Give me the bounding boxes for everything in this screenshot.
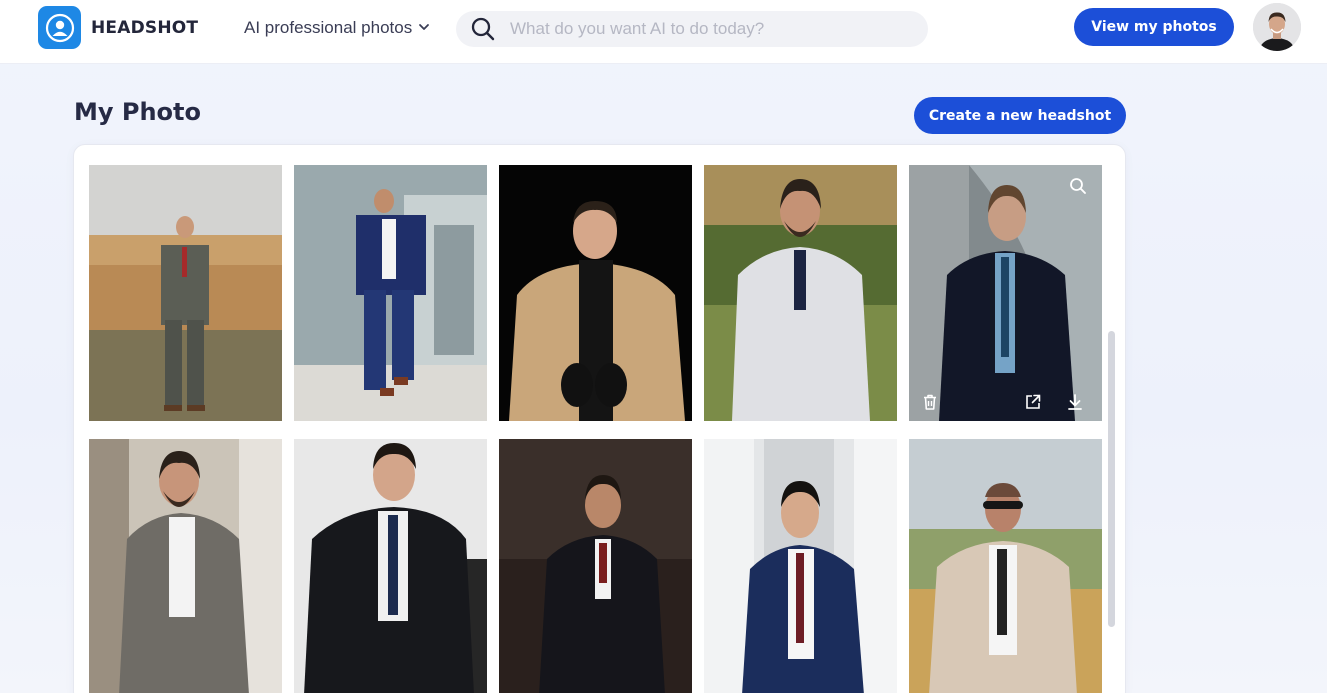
- create-new-headshot-button[interactable]: Create a new headshot: [914, 97, 1126, 134]
- photo-thumbnail[interactable]: [89, 165, 282, 421]
- headshot-logo-icon[interactable]: [38, 6, 81, 49]
- menu-label: AI professional photos: [244, 18, 413, 37]
- share-icon[interactable]: [1022, 391, 1044, 413]
- zoom-icon[interactable]: [1067, 175, 1089, 197]
- photo-thumbnail[interactable]: [89, 439, 282, 693]
- page-title: My Photo: [74, 98, 202, 126]
- chevron-down-icon: [418, 18, 430, 38]
- photo-thumbnail[interactable]: [499, 439, 692, 693]
- gallery-scrollbar[interactable]: [1108, 331, 1115, 627]
- photo-thumbnail-hovered[interactable]: [909, 165, 1102, 421]
- search-icon[interactable]: [470, 16, 496, 42]
- photo-thumbnail[interactable]: [294, 439, 487, 693]
- photo-thumbnail[interactable]: [294, 165, 487, 421]
- user-avatar[interactable]: [1253, 3, 1301, 51]
- photo-gallery: [73, 144, 1126, 693]
- photo-thumbnail[interactable]: [704, 439, 897, 693]
- photo-thumbnail[interactable]: [909, 439, 1102, 693]
- delete-icon[interactable]: [919, 391, 941, 413]
- top-header: HEADSHOT AI professional photos View my …: [0, 0, 1327, 64]
- ai-professional-photos-menu[interactable]: AI professional photos: [244, 18, 430, 38]
- photo-thumbnail[interactable]: [704, 165, 897, 421]
- download-icon[interactable]: [1064, 391, 1086, 413]
- search-input[interactable]: [510, 14, 910, 44]
- photo-thumbnail[interactable]: [499, 165, 692, 421]
- brand-name[interactable]: HEADSHOT: [91, 18, 198, 38]
- search-bar: [456, 11, 928, 47]
- view-my-photos-button[interactable]: View my photos: [1074, 8, 1234, 46]
